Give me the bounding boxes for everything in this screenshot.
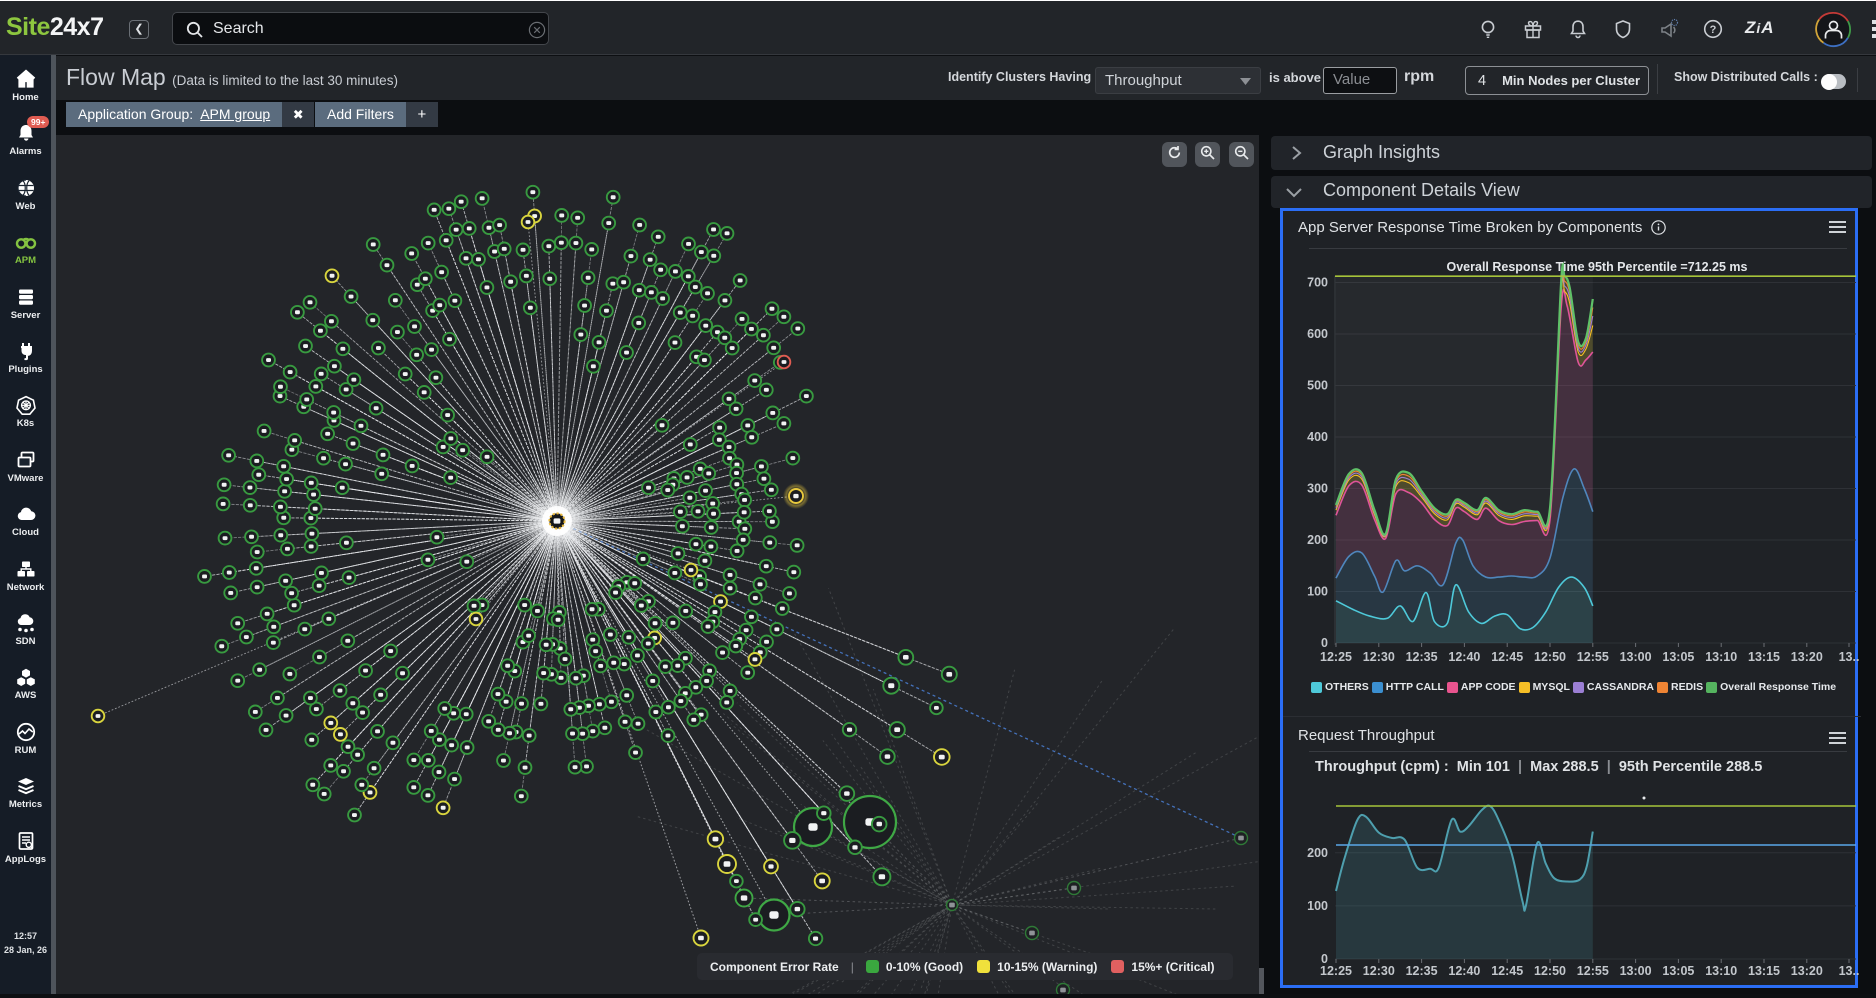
svg-text:200: 200 <box>1307 846 1328 860</box>
svg-text:400: 400 <box>1307 430 1328 444</box>
svg-text:13:20: 13:20 <box>1791 964 1823 978</box>
svg-text:12:30: 12:30 <box>1363 650 1395 664</box>
svg-text:13:20: 13:20 <box>1791 650 1823 664</box>
svg-text:12:55: 12:55 <box>1577 650 1609 664</box>
svg-text:13:05: 13:05 <box>1662 964 1694 978</box>
svg-text:12:25: 12:25 <box>1320 650 1352 664</box>
svg-text:13:05: 13:05 <box>1662 650 1694 664</box>
svg-text:13:15: 13:15 <box>1748 964 1780 978</box>
svg-text:600: 600 <box>1307 327 1328 341</box>
svg-text:13..: 13.. <box>1839 964 1860 978</box>
svg-text:12:50: 12:50 <box>1534 964 1566 978</box>
svg-text:?: ? <box>1710 24 1717 36</box>
svg-text:13:10: 13:10 <box>1705 964 1737 978</box>
svg-text:12:55: 12:55 <box>1577 964 1609 978</box>
svg-text:13:00: 13:00 <box>1620 650 1652 664</box>
svg-text:12:50: 12:50 <box>1534 650 1566 664</box>
svg-text:13:00: 13:00 <box>1620 964 1652 978</box>
svg-text:Overall Response Time 95th Per: Overall Response Time 95th Percentile =7… <box>1447 260 1748 274</box>
svg-text:300: 300 <box>1307 482 1328 496</box>
svg-text:12:35: 12:35 <box>1406 964 1438 978</box>
svg-text:13:15: 13:15 <box>1748 650 1780 664</box>
svg-text:12:35: 12:35 <box>1406 650 1438 664</box>
svg-text:500: 500 <box>1307 379 1328 393</box>
svg-text:100: 100 <box>1307 899 1328 913</box>
svg-text:13:10: 13:10 <box>1705 650 1737 664</box>
svg-text:12:40: 12:40 <box>1448 964 1480 978</box>
svg-text:12:40: 12:40 <box>1448 650 1480 664</box>
svg-text:13..: 13.. <box>1839 650 1860 664</box>
svg-text:700: 700 <box>1307 276 1328 290</box>
svg-text:12:25: 12:25 <box>1320 964 1352 978</box>
svg-text:100: 100 <box>1307 585 1328 599</box>
svg-text:200: 200 <box>1307 533 1328 547</box>
svg-text:12:45: 12:45 <box>1491 964 1523 978</box>
svg-text:0: 0 <box>1321 636 1328 650</box>
svg-text:12:30: 12:30 <box>1363 964 1395 978</box>
svg-text:12:45: 12:45 <box>1491 650 1523 664</box>
